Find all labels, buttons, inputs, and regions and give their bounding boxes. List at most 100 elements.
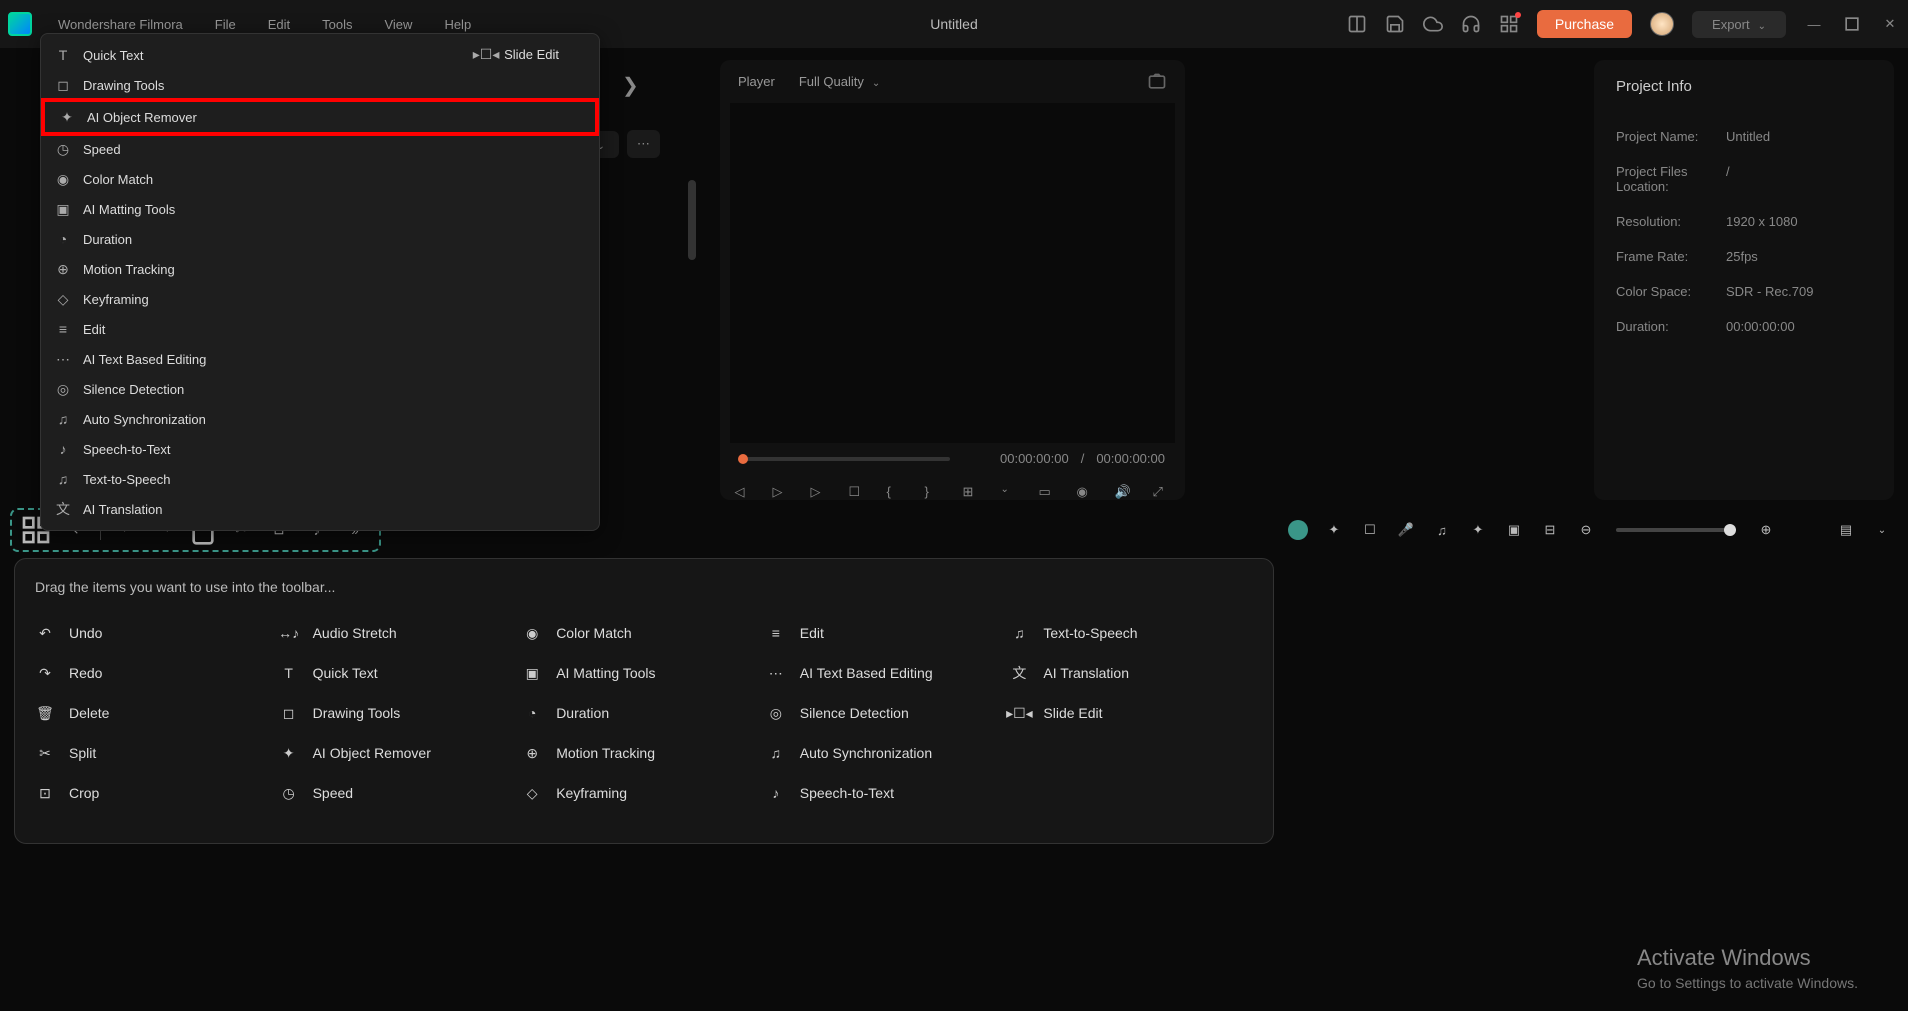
music-icon[interactable]: ♫ xyxy=(1426,514,1458,546)
playhead-icon[interactable] xyxy=(738,454,748,464)
dropdown-item-keyframing[interactable]: ◇Keyframing xyxy=(41,284,599,314)
close-icon[interactable]: ✕ xyxy=(1880,14,1900,34)
dropdown-item-silence-detection[interactable]: ◎Silence Detection xyxy=(41,374,599,404)
fullscreen-icon[interactable]: ⤢ xyxy=(1153,484,1171,502)
group-icon[interactable]: ▣ xyxy=(1498,514,1530,546)
customize-item-speed[interactable]: ◷Speed xyxy=(279,773,523,813)
dropdown-item-drawing-tools[interactable]: ◻Drawing Tools xyxy=(41,70,599,100)
avatar[interactable] xyxy=(1650,12,1674,36)
speed-icon: ◷ xyxy=(279,783,299,803)
dropdown-item-text-to-speech[interactable]: ♫Text-to-Speech xyxy=(41,464,599,494)
remove-icon: ✦ xyxy=(279,743,299,763)
dropdown-item-color-match[interactable]: ◉ Color Match xyxy=(41,164,599,194)
cloud-icon[interactable] xyxy=(1423,14,1443,34)
display-icon[interactable]: ▭ xyxy=(1039,484,1057,502)
customize-item-audio-stretch[interactable]: ↔♪Audio Stretch xyxy=(279,613,523,653)
dropdown-item-slide-edit[interactable]: ▸☐◂ Slide Edit xyxy=(478,46,559,62)
customize-item-delete[interactable]: 🗑Delete xyxy=(35,693,279,733)
customize-item-ai-translation[interactable]: 文AI Translation xyxy=(1009,653,1253,693)
customize-item-speech-to-text[interactable]: ♪Speech-to-Text xyxy=(766,773,1010,813)
mic-icon[interactable]: 🎤 xyxy=(1390,514,1422,546)
customize-label: Auto Synchronization xyxy=(800,745,932,761)
mark-in-icon[interactable]: { xyxy=(887,484,905,502)
dropdown-item-edit[interactable]: ≡Edit xyxy=(41,314,599,344)
customize-item-drawing-tools[interactable]: ◻Drawing Tools xyxy=(279,693,523,733)
customize-item-ai-matting[interactable]: ▣AI Matting Tools xyxy=(522,653,766,693)
dropdown-item-speech-to-text[interactable]: ♪Speech-to-Text xyxy=(41,434,599,464)
customize-item-text-to-speech[interactable]: ♫Text-to-Speech xyxy=(1009,613,1253,653)
customize-item-silence-detection[interactable]: ◎Silence Detection xyxy=(766,693,1010,733)
dropdown-label: AI Translation xyxy=(83,502,163,517)
customize-item-split[interactable]: ✂Split xyxy=(35,733,279,773)
info-value: / xyxy=(1726,164,1730,194)
edit-icon: ≡ xyxy=(55,321,71,337)
info-value: SDR - Rec.709 xyxy=(1726,284,1813,299)
dropdown-item-ai-object-remover[interactable]: ✦AI Object Remover xyxy=(41,98,599,136)
info-label: Frame Rate: xyxy=(1616,249,1726,264)
customize-item-quick-text[interactable]: TQuick Text xyxy=(279,653,523,693)
scrollbar[interactable] xyxy=(688,180,696,260)
customize-item-duration[interactable]: ◔Duration xyxy=(522,693,766,733)
arrow-right-icon[interactable]: ❯ xyxy=(612,73,649,98)
zoom-slider[interactable] xyxy=(1616,528,1736,532)
customize-item-edit[interactable]: ≡Edit xyxy=(766,613,1010,653)
info-value: 00:00:00:00 xyxy=(1726,319,1795,334)
mark-out-icon[interactable]: } xyxy=(925,484,943,502)
snapshot-icon[interactable] xyxy=(1147,72,1167,95)
stop-icon[interactable]: ☐ xyxy=(849,484,867,502)
info-row: Project Files Location:/ xyxy=(1616,154,1872,204)
customize-item-undo[interactable]: ↶Undo xyxy=(35,613,279,653)
palette-icon: ◉ xyxy=(55,171,71,187)
customize-item-redo[interactable]: ↷Redo xyxy=(35,653,279,693)
zoom-handle[interactable] xyxy=(1724,524,1736,536)
ratio-icon[interactable]: ⊞ xyxy=(963,484,981,502)
customize-item-crop[interactable]: ⊡Crop xyxy=(35,773,279,813)
customize-item-slide-edit[interactable]: ▸☐◂Slide Edit xyxy=(1009,693,1253,733)
player-quality-select[interactable]: Full Quality xyxy=(789,70,890,93)
chevron-down-icon[interactable]: ⌄ xyxy=(1866,514,1898,546)
zoom-in-icon[interactable]: ⊕ xyxy=(1750,514,1782,546)
fit-icon[interactable]: ⊟ xyxy=(1534,514,1566,546)
dropdown-item-duration[interactable]: ◔Duration xyxy=(41,224,599,254)
customize-item-keyframing[interactable]: ◇Keyframing xyxy=(522,773,766,813)
dropdown-item-ai-text-editing[interactable]: ⋯AI Text Based Editing xyxy=(41,344,599,374)
list-view-icon[interactable]: ▤ xyxy=(1830,514,1862,546)
next-frame-icon[interactable]: ▷ xyxy=(773,484,791,502)
dropdown-item-speed[interactable]: ◷Speed xyxy=(41,134,599,164)
customize-item-ai-object-remover[interactable]: ✦AI Object Remover xyxy=(279,733,523,773)
headphones-icon[interactable] xyxy=(1461,14,1481,34)
player-panel: Player Full Quality 00:00:00:00 / 00:00:… xyxy=(720,60,1185,500)
play-icon[interactable]: ▷ xyxy=(811,484,829,502)
dropdown-item-motion-tracking[interactable]: ⊕Motion Tracking xyxy=(41,254,599,284)
dropdown-item-ai-translation[interactable]: 文AI Translation xyxy=(41,494,599,524)
customize-item-color-match[interactable]: ◉Color Match xyxy=(522,613,766,653)
customize-label: Color Match xyxy=(556,625,631,641)
chevron-down-icon[interactable]: ⌄ xyxy=(1001,484,1019,502)
save-icon[interactable] xyxy=(1385,14,1405,34)
more-options-button[interactable]: ⋯ xyxy=(627,130,660,158)
zoom-out-icon[interactable]: ⊖ xyxy=(1570,514,1602,546)
layout-icon[interactable] xyxy=(1347,14,1367,34)
green-indicator-icon[interactable] xyxy=(1282,514,1314,546)
render-icon[interactable]: ✦ xyxy=(1318,514,1350,546)
shield-icon[interactable]: ☐ xyxy=(1354,514,1386,546)
maximize-icon[interactable] xyxy=(1842,14,1862,34)
customize-item-auto-sync[interactable]: ♫Auto Synchronization xyxy=(766,733,1010,773)
dropdown-label: Color Match xyxy=(83,172,153,187)
marker-icon[interactable]: ✦ xyxy=(1462,514,1494,546)
player-viewport[interactable] xyxy=(730,103,1175,443)
customize-label: AI Matting Tools xyxy=(556,665,655,681)
minimize-icon[interactable]: — xyxy=(1804,14,1824,34)
customize-item-motion-tracking[interactable]: ⊕Motion Tracking xyxy=(522,733,766,773)
dropdown-item-ai-matting[interactable]: ▣AI Matting Tools xyxy=(41,194,599,224)
volume-icon[interactable]: 🔊 xyxy=(1115,484,1133,502)
player-progress-bar[interactable] xyxy=(740,457,950,461)
grid-icon[interactable] xyxy=(1499,14,1519,34)
customize-item-ai-text-editing[interactable]: ⋯AI Text Based Editing xyxy=(766,653,1010,693)
export-button[interactable]: Export xyxy=(1692,11,1786,38)
camera-icon[interactable]: ◉ xyxy=(1077,484,1095,502)
prev-frame-icon[interactable]: ◁ xyxy=(735,484,753,502)
purchase-button[interactable]: Purchase xyxy=(1537,10,1632,38)
keyframe-icon: ◇ xyxy=(55,291,71,307)
dropdown-item-auto-sync[interactable]: ♫Auto Synchronization xyxy=(41,404,599,434)
